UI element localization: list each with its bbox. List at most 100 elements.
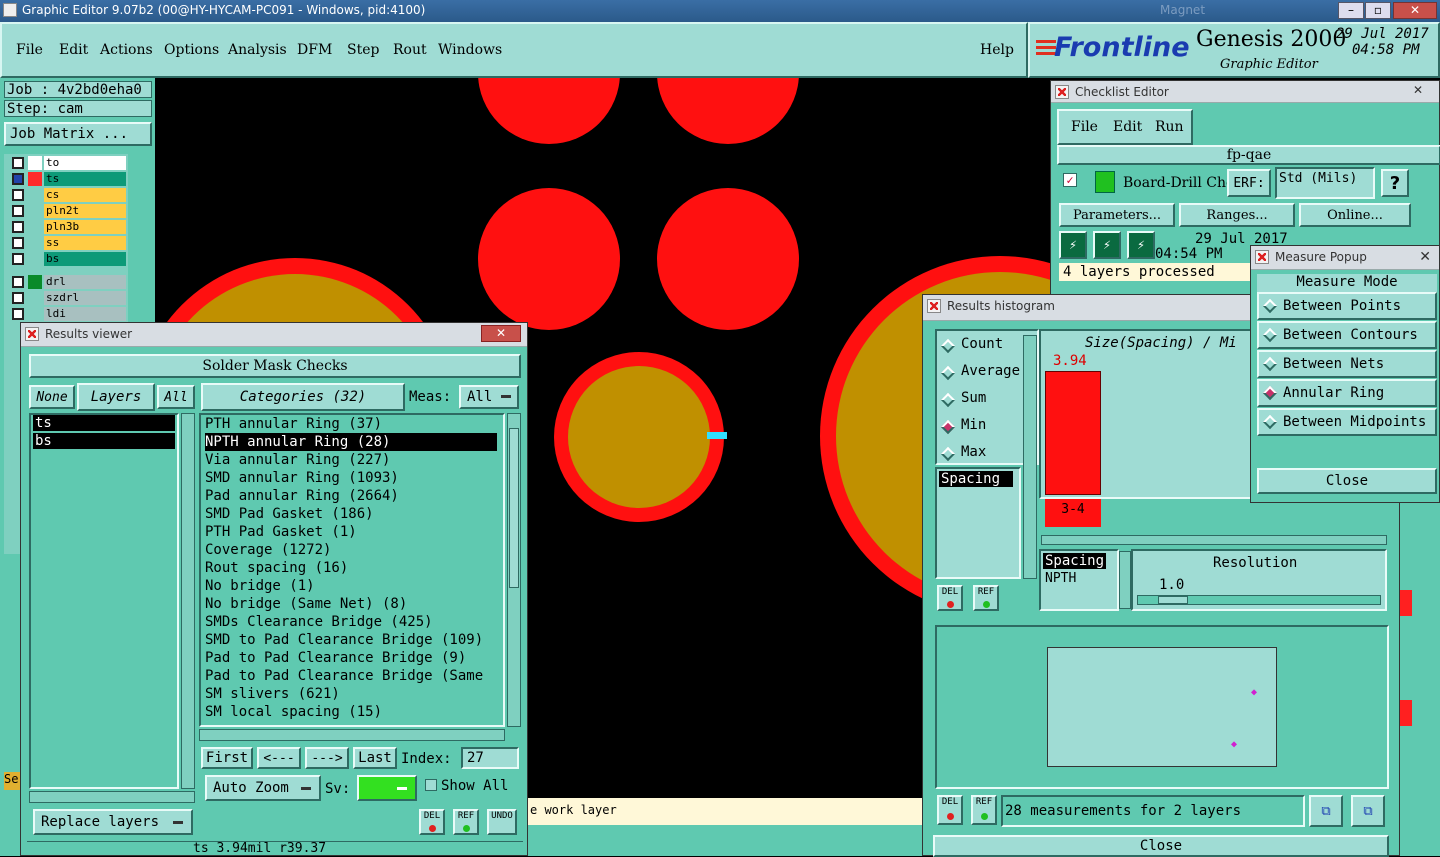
category-item[interactable]: SMD to Pad Clearance Bridge (109): [205, 631, 497, 649]
replace-layers-button[interactable]: Replace layers: [33, 809, 193, 835]
menu-file[interactable]: File: [1071, 119, 1098, 135]
mode-between-midpoints[interactable]: Between Midpoints: [1257, 408, 1437, 436]
histogram-bar[interactable]: [1045, 371, 1101, 495]
mode-count[interactable]: Count: [961, 336, 1003, 352]
category-hscrollbar[interactable]: [199, 729, 505, 741]
category-item[interactable]: PTH annular Ring (37): [205, 415, 497, 433]
ref-button[interactable]: REF: [973, 585, 999, 611]
mode-sum[interactable]: Sum: [961, 390, 986, 406]
list-item[interactable]: NPTH: [1045, 571, 1076, 586]
layer-name[interactable]: to: [44, 156, 126, 170]
del-button[interactable]: DEL: [937, 585, 963, 611]
last-button[interactable]: Last: [353, 747, 397, 769]
menu-file[interactable]: File: [16, 42, 43, 58]
menu-options[interactable]: Options: [164, 42, 219, 58]
layer-hscrollbar[interactable]: [29, 791, 195, 803]
category-item[interactable]: No bridge (Same Net) (8): [205, 595, 497, 613]
menu-help[interactable]: Help: [980, 42, 1014, 58]
ranges-button[interactable]: Ranges...: [1179, 203, 1295, 227]
run-icon-button[interactable]: ⚡: [1127, 231, 1155, 259]
close-button[interactable]: Close: [1257, 468, 1437, 494]
zoom-icon-button[interactable]: ⧉: [1309, 795, 1343, 827]
list-item[interactable]: bs: [33, 433, 175, 449]
spacing-scrollbar[interactable]: [1119, 551, 1131, 609]
category-item[interactable]: SMD Pad Gasket (186): [205, 505, 497, 523]
category-item[interactable]: Via annular Ring (227): [205, 451, 497, 469]
del-button[interactable]: DEL: [937, 795, 963, 825]
menu-actions[interactable]: Actions: [100, 42, 153, 58]
sv-select[interactable]: [357, 775, 417, 801]
category-item[interactable]: PTH Pad Gasket (1): [205, 523, 497, 541]
close-button[interactable]: Close: [933, 835, 1389, 857]
meas-select[interactable]: All: [459, 385, 519, 409]
layer-name[interactable]: pln3b: [44, 220, 126, 234]
online-button[interactable]: Online...: [1299, 203, 1411, 227]
undo-button[interactable]: UNDO: [487, 809, 517, 835]
close-button[interactable]: ✕: [481, 325, 521, 342]
category-scrollbar[interactable]: [507, 413, 521, 727]
category-item[interactable]: SM slivers (621): [205, 685, 497, 703]
category-listbox[interactable]: PTH annular Ring (37) NPTH annular Ring (…: [199, 413, 505, 727]
mode-min[interactable]: Min: [961, 417, 986, 433]
erf-value[interactable]: Std (Mils): [1275, 167, 1375, 199]
erf-button[interactable]: ERF:: [1227, 169, 1271, 197]
mode-between-points[interactable]: Between Points: [1257, 292, 1437, 320]
type-listbox[interactable]: Spacing: [935, 467, 1021, 579]
menu-edit[interactable]: Edit: [1113, 119, 1142, 135]
ref-button[interactable]: REF: [453, 809, 479, 835]
category-item[interactable]: NPTH annular Ring (28): [205, 433, 497, 451]
category-item[interactable]: Pad to Pad Clearance Bridge (Same: [205, 667, 497, 685]
auto-zoom-button[interactable]: Auto Zoom: [205, 775, 321, 801]
job-matrix-button[interactable]: Job Matrix ...: [4, 122, 152, 146]
chart-vscrollbar[interactable]: [1023, 335, 1037, 579]
action-checkbox[interactable]: ✓: [1063, 173, 1077, 187]
next-button[interactable]: --->: [305, 747, 349, 769]
parameters-button[interactable]: Parameters...: [1059, 203, 1175, 227]
mode-max[interactable]: Max: [961, 444, 986, 460]
help-button[interactable]: ?: [1381, 169, 1409, 197]
layer-name[interactable]: ldi: [44, 307, 126, 321]
list-item[interactable]: Spacing: [1043, 553, 1107, 569]
del-button[interactable]: DEL: [419, 809, 445, 835]
index-input[interactable]: 27: [461, 747, 519, 769]
mode-between-contours[interactable]: Between Contours: [1257, 321, 1437, 349]
layer-scrollbar[interactable]: [181, 413, 195, 789]
first-button[interactable]: First: [201, 747, 253, 769]
prev-button[interactable]: <---: [257, 747, 301, 769]
close-button[interactable]: ✕: [1403, 83, 1433, 100]
layer-listbox[interactable]: ts bs: [29, 413, 179, 789]
menu-run[interactable]: Run: [1155, 119, 1184, 135]
list-item[interactable]: Spacing: [939, 471, 1013, 487]
menu-dfm[interactable]: DFM: [297, 42, 332, 58]
resolution-slider[interactable]: [1137, 595, 1381, 605]
category-item[interactable]: Pad annular Ring (2664): [205, 487, 497, 505]
ref-button[interactable]: REF: [971, 795, 997, 825]
close-button[interactable]: ✕: [1393, 2, 1437, 19]
run-icon-button[interactable]: ⚡: [1093, 231, 1121, 259]
maximize-button[interactable]: ▫: [1365, 2, 1391, 19]
chart-hscrollbar[interactable]: [1041, 535, 1387, 545]
zoom-icon-button[interactable]: ⧉: [1351, 795, 1385, 827]
minimize-button[interactable]: –: [1338, 2, 1364, 19]
category-item[interactable]: SMDs Clearance Bridge (425): [205, 613, 497, 631]
category-item[interactable]: No bridge (1): [205, 577, 497, 595]
layer-name[interactable]: szdrl: [44, 291, 126, 305]
list-item[interactable]: ts: [33, 415, 175, 431]
menu-windows[interactable]: Windows: [438, 42, 502, 58]
menu-step[interactable]: Step: [347, 42, 379, 58]
layer-name[interactable]: ts: [44, 172, 126, 186]
show-all-checkbox[interactable]: [425, 779, 437, 791]
layer-name[interactable]: pln2t: [44, 204, 126, 218]
layers-button[interactable]: Layers: [77, 383, 155, 411]
menu-rout[interactable]: Rout: [393, 42, 427, 58]
layer-name[interactable]: cs: [44, 188, 126, 202]
category-item[interactable]: SM local spacing (15): [205, 703, 497, 721]
layer-name[interactable]: drl: [44, 275, 126, 289]
menu-edit[interactable]: Edit: [59, 42, 88, 58]
layer-name[interactable]: ss: [44, 236, 126, 250]
none-button[interactable]: None: [29, 385, 75, 409]
run-icon-button[interactable]: ⚡: [1059, 231, 1087, 259]
mode-annular-ring[interactable]: Annular Ring: [1257, 379, 1437, 407]
categories-button[interactable]: Categories (32): [201, 383, 405, 411]
mode-between-nets[interactable]: Between Nets: [1257, 350, 1437, 378]
